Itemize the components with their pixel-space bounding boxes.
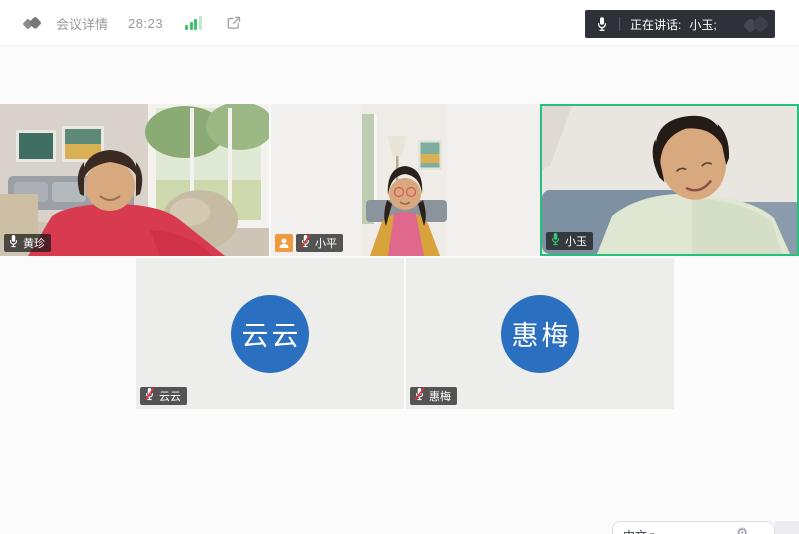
caption-language-bar[interactable]: 中文 ▾ ⚙ <box>612 521 775 534</box>
avatar-text: 惠梅 <box>509 314 572 353</box>
network-signal-icon[interactable] <box>185 16 202 30</box>
chevron-down-icon: ▾ <box>650 530 655 534</box>
tile-label-xiaoping: 小平 <box>275 234 343 252</box>
avatar-text: 云云 <box>239 314 302 353</box>
caption-side-panel <box>775 521 799 534</box>
participant-tile-huimei[interactable]: 惠梅 惠梅 <box>406 258 674 409</box>
meeting-window: 会议详情 28:23 正在讲话: <box>0 0 799 534</box>
tile-label-huimei: 惠梅 <box>410 387 457 405</box>
portrait-video-area <box>362 104 447 256</box>
microphone-icon <box>585 16 619 32</box>
host-badge-icon <box>275 234 293 252</box>
avatar-yunyun: 云云 <box>231 295 309 373</box>
gear-icon[interactable]: ⚙ <box>736 526 748 534</box>
mic-muted-icon <box>300 234 311 253</box>
participant-tile-xiaoping[interactable]: 小平 <box>271 104 540 256</box>
participant-name: 小平 <box>315 235 337 251</box>
mic-muted-icon <box>144 387 155 406</box>
meeting-logo-icon <box>22 16 42 30</box>
caption-language-select[interactable]: 中文 ▾ <box>623 527 655 534</box>
participant-name: 黄珍 <box>23 235 45 251</box>
speaking-label: 正在讲话: <box>630 16 681 33</box>
participant-tile-huangzhen[interactable]: 黄珍 <box>0 104 269 256</box>
avatar-huimei: 惠梅 <box>501 295 579 373</box>
top-bar: 会议详情 28:23 正在讲话: <box>0 0 799 46</box>
banner-divider <box>619 17 620 31</box>
caption-language-value: 中文 <box>623 527 647 534</box>
mic-muted-icon <box>414 387 425 406</box>
tile-label-xiaoyu: 小玉 <box>546 232 593 250</box>
tile-label-yunyun: 云云 <box>140 387 187 405</box>
share-icon[interactable] <box>226 15 242 31</box>
top-bar-left: 会议详情 28:23 <box>22 0 242 46</box>
meeting-details-link[interactable]: 会议详情 <box>56 14 108 33</box>
participant-name: 云云 <box>159 388 181 404</box>
speaking-banner: 正在讲话: 小玉; <box>585 10 775 38</box>
meeting-timer: 28:23 <box>128 16 163 31</box>
participant-name: 小玉 <box>565 233 587 249</box>
participant-tile-xiaoyu-active[interactable]: 小玉 <box>540 104 799 256</box>
participant-tile-yunyun[interactable]: 云云 云云 <box>136 258 404 409</box>
speaking-speaker-name: 小玉; <box>689 16 716 33</box>
logo-watermark-icon <box>742 14 770 38</box>
mic-on-icon <box>8 234 19 253</box>
tile-label-huangzhen: 黄珍 <box>4 234 51 252</box>
mic-speaking-icon <box>550 232 561 251</box>
participant-name: 惠梅 <box>429 388 451 404</box>
